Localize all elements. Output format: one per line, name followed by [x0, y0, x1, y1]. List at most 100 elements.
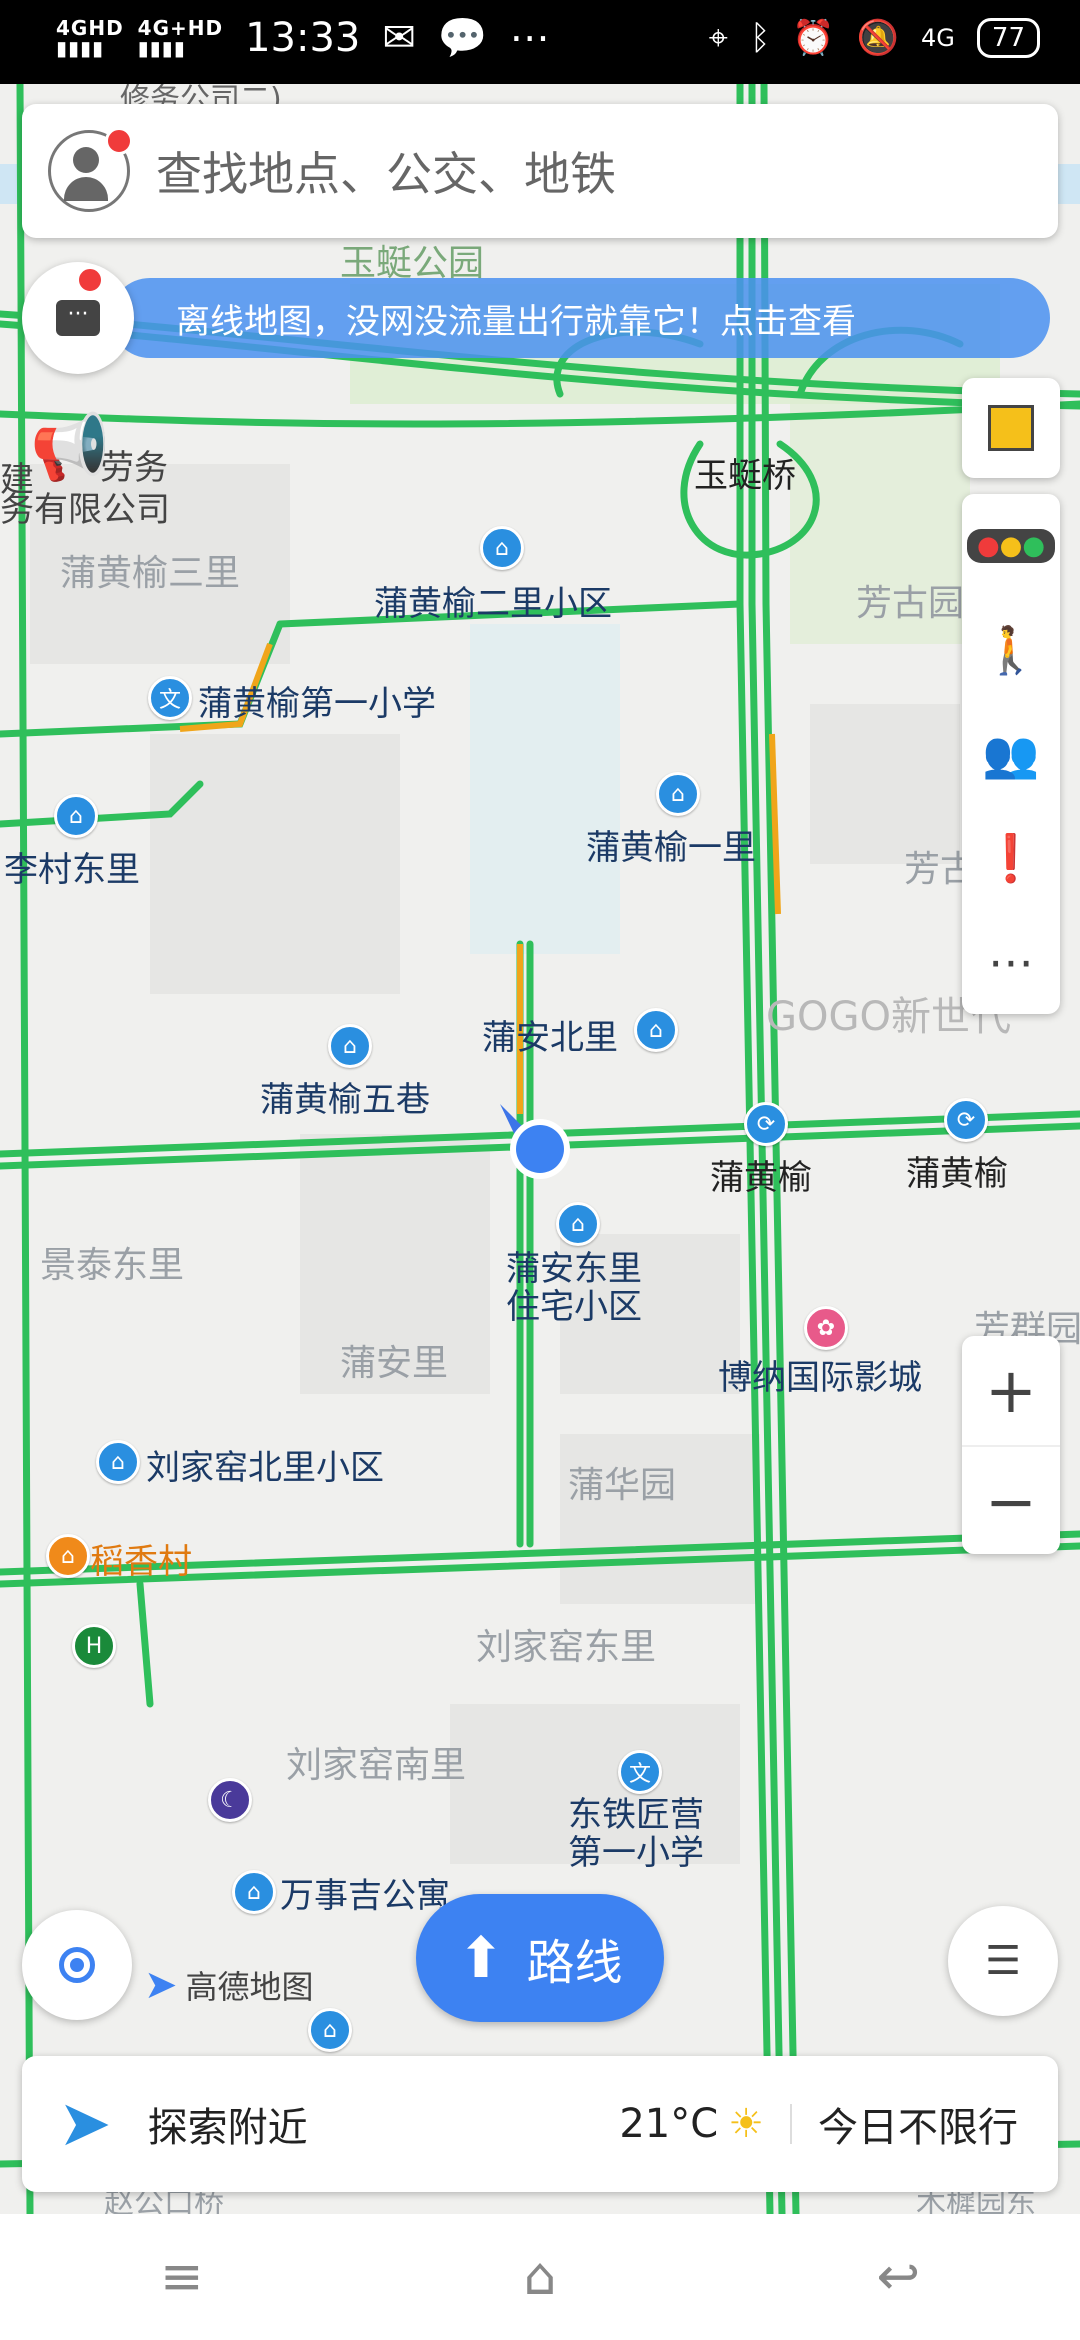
route-label: 路线	[526, 1935, 623, 1991]
banner-text: 离线地图，没网没流量出行就靠它！点击查看	[176, 301, 856, 342]
amap-logo-icon: ➤	[144, 1962, 178, 2008]
offline-map-banner[interactable]: 离线地图，没网没流量出行就靠它！点击查看	[110, 278, 1050, 358]
map-label: 刘家窑南里	[286, 1745, 467, 1786]
school-icon[interactable]: 文	[148, 676, 192, 720]
location-icon: ⌖	[708, 18, 728, 58]
residence-icon[interactable]: ⌂	[656, 772, 700, 816]
temperature[interactable]: 21°C	[619, 2101, 718, 2147]
night-icon[interactable]: ☾	[208, 1778, 252, 1822]
amap-watermark: ➤ 高德地图	[144, 1962, 314, 2008]
zoom-control: + −	[962, 1336, 1060, 1554]
watermark-text: 高德地图	[185, 1968, 314, 2006]
map-label: 万事吉公寓	[280, 1876, 450, 1916]
map-label: 蒲黄榆三里	[60, 553, 241, 594]
school-icon[interactable]: 文	[618, 1750, 662, 1794]
message-icon: ···	[56, 300, 100, 336]
explore-nearby-button[interactable]: 探索附近	[148, 2095, 308, 2153]
people-button[interactable]: 👥	[962, 702, 1060, 806]
map-label: 务有限公司	[0, 490, 170, 530]
map-label: 东铁匠营 第一小学	[568, 1795, 704, 1873]
alarm-icon: ⏰	[792, 18, 835, 58]
map-label: 景泰东里	[40, 1245, 185, 1286]
menu-icon[interactable]: ≡	[160, 2247, 204, 2307]
net-type: 4G	[921, 24, 955, 52]
signal-2: 4G+HD ▮▮▮▮	[137, 15, 224, 60]
clock: 13:33	[245, 14, 361, 61]
layers-icon	[988, 405, 1034, 451]
map-label: 玉蜓桥	[694, 456, 796, 496]
send-icon: ➤	[58, 2087, 112, 2161]
hotel-icon[interactable]: H	[72, 1624, 116, 1668]
residence-icon[interactable]: ⌂	[634, 1008, 678, 1052]
map-label: 李村东里	[4, 850, 140, 890]
mute-icon: 🔕	[856, 18, 900, 58]
residence-icon[interactable]: ⌂	[232, 1870, 276, 1914]
subway-icon[interactable]: ⟳	[944, 1098, 988, 1142]
battery-indicator: 77	[976, 18, 1040, 58]
residence-icon[interactable]: ⌂	[54, 794, 98, 838]
message-button[interactable]: ···	[22, 262, 134, 374]
map-label: 芳古园	[856, 583, 965, 624]
traffic-button[interactable]: ●●●	[962, 494, 1060, 598]
residence-icon[interactable]: ⌂	[556, 1202, 600, 1246]
residence-icon[interactable]: ⌂	[308, 2008, 352, 2052]
people-icon: 👥	[982, 726, 1040, 781]
subway-icon[interactable]: ⟳	[744, 1102, 788, 1146]
residence-icon[interactable]: ⌂	[96, 1440, 140, 1484]
locate-icon	[59, 1947, 95, 1983]
search-bar[interactable]: 查找地点、公交、地铁	[22, 104, 1058, 238]
traffic-icon: ●●●	[966, 529, 1056, 563]
list-icon: ☰	[985, 1938, 1021, 1984]
map-label: 蒲安北里	[482, 1018, 618, 1058]
feedback-button[interactable]: ❗	[962, 806, 1060, 910]
zoom-out-button[interactable]: −	[962, 1447, 1060, 1556]
cinema-icon[interactable]: ✿	[804, 1306, 848, 1350]
shop-icon[interactable]: ⌂	[46, 1534, 90, 1578]
signal-1: 4GHD ▮▮▮▮	[56, 15, 124, 60]
map-label: 蒲黄榆第一小学	[198, 684, 436, 724]
list-button[interactable]: ☰	[948, 1906, 1058, 2016]
avatar[interactable]	[48, 127, 133, 212]
arrow-up-icon: ⬆	[457, 1925, 505, 1991]
walk-button[interactable]: 🚶	[962, 598, 1060, 702]
map-label: 蒲黄榆二里小区	[374, 584, 612, 624]
mail-icon: ✉	[382, 14, 416, 61]
divider	[790, 2104, 792, 2144]
map-label: 蒲安里	[340, 1343, 449, 1384]
system-nav-bar: ≡ ⌂ ↩	[0, 2214, 1080, 2340]
map-label: 蒲安东里 住宅小区	[506, 1249, 642, 1327]
map-label: 蒲黄榆	[906, 1154, 1008, 1194]
home-icon[interactable]: ⌂	[523, 2247, 556, 2307]
sun-icon: ☀	[728, 2101, 764, 2147]
map-label: 刘家窑东里	[476, 1627, 657, 1668]
bluetooth-icon: ᛒ	[749, 18, 771, 58]
bottom-panel: ➤ 探索附近 21°C ☀ 今日不限行	[22, 2056, 1058, 2192]
layers-button[interactable]	[962, 378, 1060, 478]
map-label: 稻香村	[90, 1542, 192, 1582]
status-bar: 4GHD ▮▮▮▮ 4G+HD ▮▮▮▮ 13:33 ✉ 💬 ⋯ ⌖ ᛒ ⏰ 🔕 4…	[0, 0, 1080, 84]
feedback-icon: ❗	[982, 830, 1040, 885]
more-button[interactable]: ⋯	[962, 910, 1060, 1014]
locate-button[interactable]	[22, 1910, 132, 2020]
zoom-in-button[interactable]: +	[962, 1336, 1060, 1447]
notification-dot	[105, 127, 133, 155]
residence-icon[interactable]: ⌂	[328, 1024, 372, 1068]
map-label: 博纳国际影城	[718, 1358, 922, 1398]
map-label: 蒲黄榆五巷	[260, 1080, 430, 1120]
search-input[interactable]: 查找地点、公交、地铁	[156, 138, 616, 204]
megaphone-icon[interactable]: 📢	[30, 410, 110, 485]
right-toolbar: ●●● 🚶 👥 ❗ ⋯	[962, 494, 1060, 1014]
chat-icon: 💬	[437, 15, 488, 61]
map-label: 刘家窑北里小区	[146, 1448, 384, 1488]
walk-icon: 🚶	[982, 622, 1040, 677]
more-icon: ⋯	[988, 935, 1034, 989]
traffic-restriction[interactable]: 今日不限行	[818, 2095, 1018, 2153]
notification-dot	[76, 266, 104, 294]
map-label: 蒲黄榆	[710, 1158, 812, 1198]
map-label: 蒲黄榆一里	[586, 828, 756, 868]
more-icon: ⋯	[509, 14, 550, 61]
map-label: 蒲华园	[568, 1465, 677, 1506]
residence-icon[interactable]: ⌂	[480, 526, 524, 570]
back-icon[interactable]: ↩	[876, 2247, 920, 2307]
route-button[interactable]: ⬆ 路线	[416, 1894, 664, 2022]
